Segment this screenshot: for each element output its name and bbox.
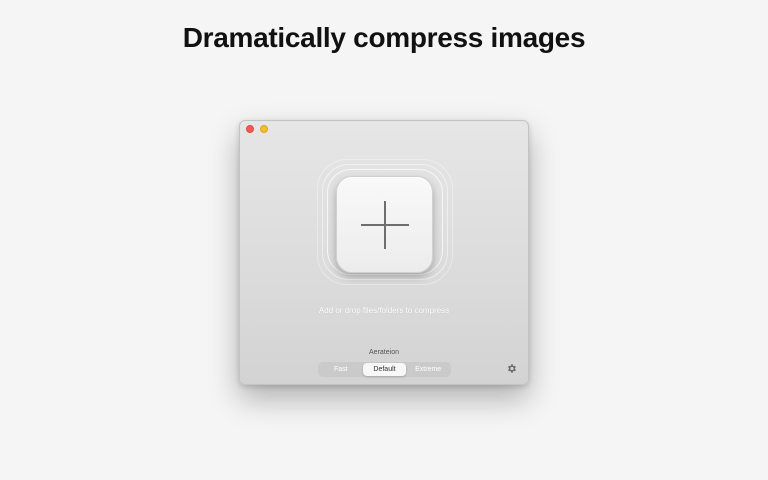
mode-option-extreme[interactable]: Extreme <box>406 363 450 376</box>
drop-hint: Add or drop files/folders to compress <box>318 306 450 315</box>
app-window: Add or drop files/folders to compress Ae… <box>239 120 529 385</box>
page: Dramatically compress images Add or drop… <box>0 0 768 480</box>
gear-icon[interactable] <box>506 363 517 374</box>
compression-mode-selector[interactable]: Fast Default Extreme <box>318 362 451 377</box>
minimize-button[interactable] <box>260 125 268 133</box>
mode-title: Aerateion <box>369 349 399 356</box>
mode-option-fast[interactable]: Fast <box>319 363 363 376</box>
add-files-button[interactable] <box>336 176 433 273</box>
close-button[interactable] <box>246 125 254 133</box>
window-controls <box>246 125 268 133</box>
mode-option-default[interactable]: Default <box>362 363 407 376</box>
headline: Dramatically compress images <box>182 22 586 53</box>
plus-icon <box>361 201 409 249</box>
